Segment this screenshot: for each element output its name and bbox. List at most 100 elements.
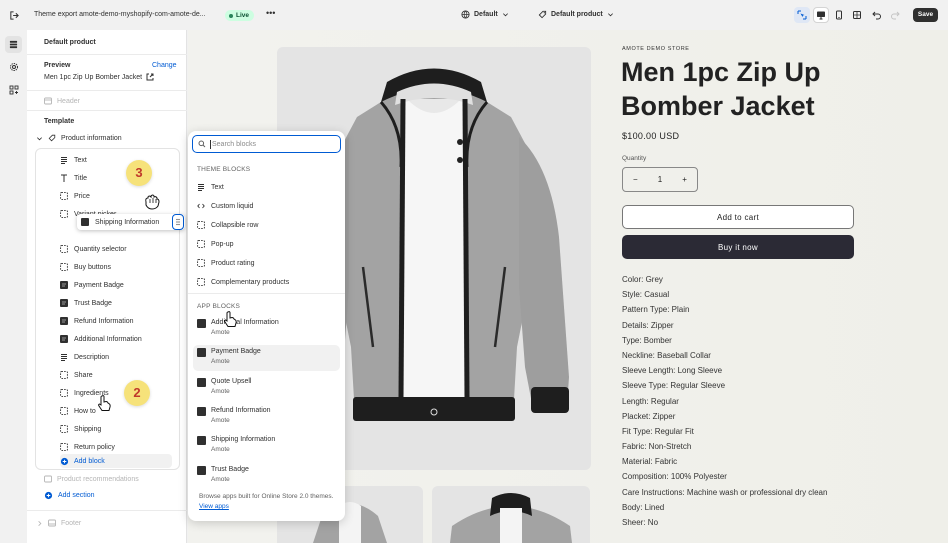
sidebar-block-item[interactable]: Share bbox=[60, 371, 93, 379]
drag-handle[interactable] bbox=[172, 214, 184, 230]
theme-block-option[interactable]: Product rating bbox=[197, 259, 255, 267]
theme-block-option[interactable]: Custom liquid bbox=[197, 202, 253, 210]
tag-icon bbox=[538, 10, 547, 19]
spec-line: Sleeve Length: Long Sleeve bbox=[622, 366, 723, 376]
save-button[interactable]: Save bbox=[913, 8, 938, 22]
sidebar-block-item[interactable]: How to bbox=[60, 407, 96, 415]
theme-block-option[interactable]: Complementary products bbox=[197, 278, 289, 286]
theme-block-option[interactable]: Collapsible row bbox=[197, 221, 258, 229]
preview-product-name: Men 1pc Zip Up Bomber Jacket bbox=[44, 73, 143, 81]
app-block-option[interactable]: Shipping Information Amote bbox=[193, 433, 340, 459]
app-block-option[interactable]: Trust Badge Amote bbox=[193, 463, 340, 489]
drag-handle-icon bbox=[176, 218, 180, 226]
template-selector[interactable]: Default product bbox=[538, 10, 614, 19]
product-thumbnail[interactable] bbox=[432, 486, 590, 543]
store-selector[interactable]: Default bbox=[461, 10, 509, 19]
header-section[interactable]: Header bbox=[44, 97, 80, 105]
theme-settings-button[interactable] bbox=[5, 58, 22, 75]
preview-change-link[interactable]: Change bbox=[152, 62, 177, 69]
full-width-button[interactable] bbox=[849, 7, 865, 23]
desktop-view-button[interactable] bbox=[813, 7, 829, 23]
search-placeholder: Search blocks bbox=[212, 140, 256, 148]
section-icon bbox=[44, 475, 52, 483]
app-icon bbox=[60, 317, 68, 325]
divider bbox=[27, 90, 187, 91]
redo-button[interactable] bbox=[887, 7, 903, 23]
dragging-block-label: Shipping Information bbox=[95, 218, 160, 226]
preview-product[interactable]: Men 1pc Zip Up Bomber Jacket bbox=[44, 73, 154, 81]
sidebar-block-item[interactable]: Payment Badge bbox=[60, 281, 124, 289]
sidebar-block-item[interactable]: Price bbox=[60, 192, 90, 200]
spec-line: Fabric: Non-Stretch bbox=[622, 442, 692, 452]
tag-icon bbox=[48, 134, 56, 142]
app-embeds-button[interactable] bbox=[5, 81, 22, 98]
mobile-view-button[interactable] bbox=[831, 7, 847, 23]
theme-block-option[interactable]: Text bbox=[197, 183, 224, 191]
inspector-button[interactable] bbox=[794, 7, 810, 23]
app-block-name: Payment Badge bbox=[211, 348, 261, 356]
divider bbox=[188, 293, 345, 294]
product-information-section[interactable]: Product information bbox=[36, 134, 122, 142]
search-input[interactable]: Search blocks bbox=[192, 135, 341, 153]
footer-section[interactable]: Footer bbox=[36, 519, 81, 527]
block-icon bbox=[60, 443, 68, 451]
sidebar-block-item[interactable]: Refund Information bbox=[60, 317, 134, 325]
divider bbox=[27, 54, 187, 55]
theme-block-label: Collapsible row bbox=[211, 221, 259, 229]
mobile-icon bbox=[834, 10, 844, 20]
sidebar-block-label: Description bbox=[74, 353, 110, 361]
app-block-option[interactable]: Payment Badge Amote bbox=[193, 345, 340, 372]
sidebar-block-item[interactable]: Title bbox=[60, 174, 87, 182]
app-block-icon bbox=[197, 406, 206, 416]
sidebar-block-item[interactable]: Trust Badge bbox=[60, 299, 112, 307]
jacket-thumbnail-image bbox=[432, 486, 590, 543]
sidebar-block-item[interactable]: Additional Information bbox=[60, 335, 142, 343]
spec-line: Sheer: No bbox=[622, 518, 659, 527]
product-recommendations-section[interactable]: Product recommendations bbox=[44, 475, 139, 483]
more-actions-button[interactable]: ••• bbox=[266, 8, 275, 18]
sidebar-block-label: Payment Badge bbox=[74, 281, 124, 289]
view-apps-link[interactable]: View apps bbox=[199, 503, 229, 510]
block-icon bbox=[60, 245, 68, 253]
status-badge: Live bbox=[225, 10, 255, 21]
buy-now-button[interactable]: Buy it now bbox=[622, 235, 854, 259]
exit-icon[interactable] bbox=[9, 10, 20, 21]
app-block-option[interactable]: Quote Upsell Amote bbox=[193, 375, 340, 401]
add-to-cart-button[interactable]: Add to cart bbox=[622, 205, 854, 229]
status-dot bbox=[229, 13, 233, 18]
add-section-button[interactable]: Add section bbox=[44, 491, 95, 500]
title-icon bbox=[60, 174, 68, 182]
app-block-option[interactable]: Refund Information Amote bbox=[193, 404, 340, 430]
sidebar-block-item[interactable]: Text bbox=[60, 156, 87, 164]
product-recommendations-label: Product recommendations bbox=[57, 475, 139, 483]
sidebar-block-item[interactable]: Buy buttons bbox=[60, 263, 111, 271]
dragging-block[interactable]: Shipping Information bbox=[77, 214, 185, 230]
block-icon bbox=[197, 221, 205, 229]
picker-footer-text: Browse apps built for Online Store 2.0 t… bbox=[199, 493, 334, 500]
add-block-button[interactable]: Add block bbox=[60, 454, 172, 468]
redo-icon bbox=[890, 10, 900, 20]
step-badge-3: 3 bbox=[126, 160, 152, 186]
app-blocks-heading: APP BLOCKS bbox=[197, 303, 241, 310]
sidebar-block-item[interactable]: Quantity selector bbox=[60, 245, 127, 253]
quantity-value[interactable]: 1 bbox=[658, 175, 662, 184]
quantity-increase-button[interactable]: + bbox=[682, 175, 687, 184]
app-block-option[interactable]: Additional Information Amote bbox=[193, 316, 340, 342]
sidebar-block-item[interactable]: Return policy bbox=[60, 443, 115, 451]
sidebar-block-label: Text bbox=[74, 156, 87, 164]
sidebar-block-item[interactable]: Shipping bbox=[60, 425, 101, 433]
app-block-icon bbox=[197, 465, 206, 475]
quantity-decrease-button[interactable]: − bbox=[633, 175, 638, 184]
spec-line: Details: Zipper bbox=[622, 320, 674, 330]
app-block-icon bbox=[197, 319, 206, 328]
sidebar-block-item[interactable]: Description bbox=[60, 353, 109, 361]
theme-block-option[interactable]: Pop-up bbox=[197, 240, 234, 248]
footer-section-label: Footer bbox=[61, 519, 82, 527]
product-title: Men 1pc Zip Up Bomber Jacket bbox=[621, 57, 821, 121]
chevron-down-icon bbox=[607, 11, 614, 18]
undo-button[interactable] bbox=[869, 7, 885, 23]
sections-button[interactable] bbox=[5, 36, 22, 53]
plus-circle-icon bbox=[44, 491, 53, 500]
add-block-label: Add block bbox=[74, 457, 105, 465]
chevron-down-icon[interactable] bbox=[36, 135, 43, 142]
